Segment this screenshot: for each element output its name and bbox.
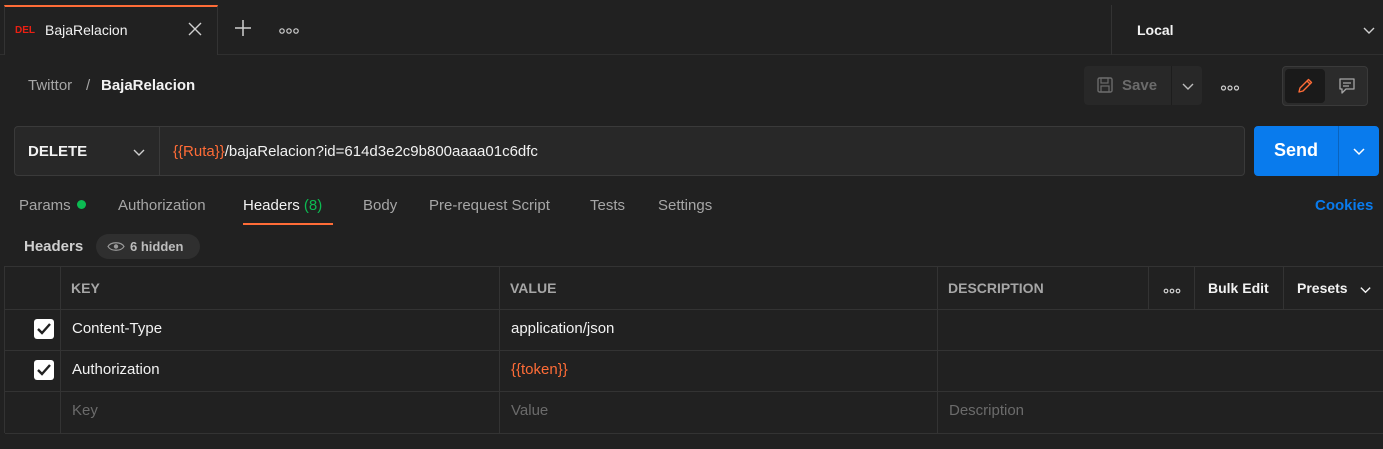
edit-mode-button[interactable] bbox=[1285, 69, 1325, 103]
method-selector[interactable]: DELETE bbox=[15, 127, 160, 175]
tab-settings[interactable]: Settings bbox=[658, 197, 712, 214]
tab-params-label: Params bbox=[19, 197, 71, 214]
method-label: DELETE bbox=[28, 143, 88, 160]
close-icon[interactable] bbox=[185, 19, 205, 39]
header-key-cell[interactable]: Authorization bbox=[72, 361, 160, 378]
url-bar: DELETE {{Ruta}}/bajaRelacion?id=614d3e2c… bbox=[14, 126, 1245, 176]
checkmark-icon bbox=[37, 323, 51, 335]
row-divider bbox=[5, 350, 1383, 351]
tab-authorization[interactable]: Authorization bbox=[118, 197, 206, 214]
column-header-value: VALUE bbox=[510, 280, 557, 296]
column-divider bbox=[1194, 267, 1195, 309]
chevron-down-icon bbox=[1360, 287, 1371, 294]
save-group: Save bbox=[1084, 66, 1202, 105]
chevron-down-icon bbox=[1182, 83, 1194, 90]
save-dropdown-button[interactable] bbox=[1171, 66, 1202, 105]
header-key-cell[interactable]: Content-Type bbox=[72, 320, 162, 337]
row-divider bbox=[5, 433, 1383, 434]
cookies-link[interactable]: Cookies bbox=[1315, 197, 1373, 214]
tab-bar: DEL BajaRelacion Local bbox=[0, 0, 1383, 55]
more-actions-icon[interactable] bbox=[1220, 80, 1240, 91]
tab-headers-label: Headers bbox=[243, 197, 300, 214]
send-group: Send bbox=[1254, 126, 1379, 176]
presets-label: Presets bbox=[1297, 280, 1348, 296]
column-header-description: DESCRIPTION bbox=[948, 280, 1044, 296]
request-tab-active[interactable]: DEL BajaRelacion bbox=[4, 5, 218, 55]
hidden-count-label: 6 hidden bbox=[130, 239, 184, 254]
headers-table: KEY VALUE DESCRIPTION Bulk Edit Presets … bbox=[4, 266, 1383, 434]
url-variable: {{Ruta}} bbox=[173, 143, 225, 160]
tab-params[interactable]: Params bbox=[19, 197, 86, 214]
save-icon bbox=[1096, 76, 1114, 94]
row-divider bbox=[5, 391, 1383, 392]
tab-title: BajaRelacion bbox=[45, 22, 128, 38]
send-dropdown-button[interactable] bbox=[1338, 126, 1379, 176]
column-header-key: KEY bbox=[71, 280, 100, 296]
ellipsis-icon[interactable] bbox=[278, 23, 300, 34]
headers-count: (8) bbox=[303, 197, 323, 214]
breadcrumb-parent[interactable]: Twittor bbox=[28, 77, 72, 94]
row-checkbox[interactable] bbox=[34, 360, 54, 380]
save-label: Save bbox=[1122, 77, 1158, 94]
chevron-down-icon bbox=[1362, 23, 1376, 37]
tab-headers[interactable]: Headers (8) bbox=[243, 197, 322, 214]
chevron-down-icon bbox=[1353, 148, 1365, 156]
column-divider bbox=[1148, 267, 1149, 309]
header-value-cell[interactable]: {{token}} bbox=[511, 361, 568, 378]
bulk-edit-button[interactable]: Bulk Edit bbox=[1208, 280, 1269, 296]
table-options-icon[interactable] bbox=[1162, 283, 1182, 294]
plus-icon[interactable] bbox=[232, 17, 254, 39]
tab-tests[interactable]: Tests bbox=[590, 197, 625, 214]
column-divider bbox=[1283, 267, 1284, 309]
row-checkbox[interactable] bbox=[34, 319, 54, 339]
tab-body[interactable]: Body bbox=[363, 197, 397, 214]
save-button[interactable]: Save bbox=[1084, 66, 1171, 105]
eye-icon bbox=[107, 240, 125, 253]
new-description-input[interactable]: Description bbox=[949, 402, 1024, 419]
method-badge: DEL bbox=[15, 25, 35, 36]
environment-selector[interactable]: Local bbox=[1111, 5, 1383, 55]
new-value-input[interactable]: Value bbox=[511, 402, 548, 419]
active-tab-indicator bbox=[243, 223, 333, 225]
url-path: /bajaRelacion?id=614d3e2c9b800aaaa01c6df… bbox=[224, 143, 538, 160]
presets-dropdown[interactable]: Presets bbox=[1297, 280, 1377, 298]
comment-icon bbox=[1339, 78, 1355, 94]
chevron-down-icon bbox=[133, 149, 145, 156]
send-label: Send bbox=[1274, 140, 1319, 160]
tab-pre-request-script[interactable]: Pre-request Script bbox=[429, 197, 550, 214]
breadcrumb-current[interactable]: BajaRelacion bbox=[101, 77, 195, 94]
breadcrumb-separator: / bbox=[86, 77, 91, 94]
row-divider bbox=[5, 309, 1383, 310]
new-key-input[interactable]: Key bbox=[72, 402, 98, 419]
hidden-headers-toggle[interactable]: 6 hidden bbox=[96, 234, 200, 259]
pencil-icon bbox=[1298, 78, 1313, 93]
send-button[interactable]: Send bbox=[1254, 126, 1338, 176]
headers-section-title: Headers bbox=[24, 238, 84, 255]
url-input[interactable]: {{Ruta}}/bajaRelacion?id=614d3e2c9b800aa… bbox=[173, 143, 538, 160]
view-toggle bbox=[1282, 66, 1368, 106]
documentation-button[interactable] bbox=[1327, 69, 1367, 103]
params-indicator-dot bbox=[76, 200, 86, 209]
environment-label: Local bbox=[1137, 22, 1174, 38]
checkmark-icon bbox=[37, 364, 51, 376]
header-value-cell[interactable]: application/json bbox=[511, 320, 614, 337]
